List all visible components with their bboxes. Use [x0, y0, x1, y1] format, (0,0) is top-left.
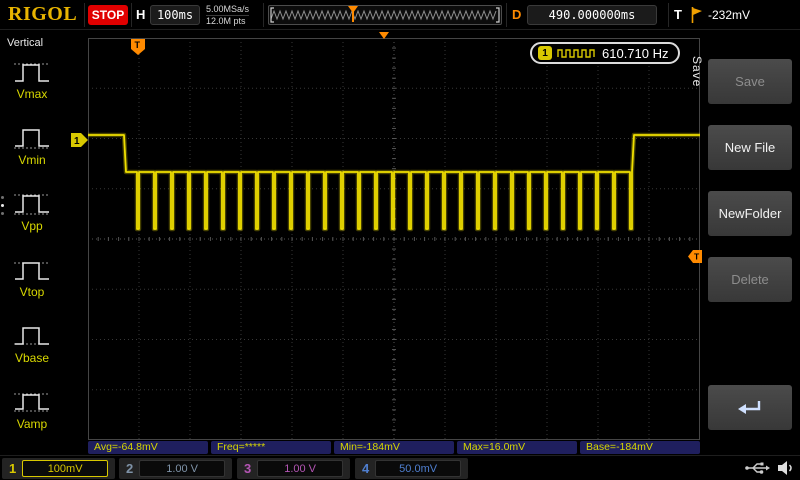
vbase-icon: [12, 322, 52, 350]
measurement-min: Min=-184mV: [334, 441, 454, 454]
delay-position-indicator: [379, 32, 389, 39]
run-state-badge[interactable]: STOP: [88, 5, 128, 25]
horizontal-label: H: [136, 7, 145, 22]
return-arrow-icon: [735, 397, 765, 419]
trigger-level-value: -232mV: [708, 8, 750, 22]
menu-item-vamp[interactable]: Vamp: [3, 388, 61, 431]
oscilloscope-ui: RIGOL STOP H 100ms 5.00MSa/s 12.0M pts D…: [0, 0, 800, 480]
measurement-base: Base=-184mV: [580, 441, 700, 454]
new-file-button[interactable]: New File: [708, 125, 792, 170]
channel3-status[interactable]: 3 1.00 V: [237, 458, 350, 479]
new-folder-button[interactable]: NewFolder: [708, 191, 792, 236]
measurement-freq: Freq=*****: [211, 441, 331, 454]
channel-scale: 50.0mV: [375, 460, 461, 477]
separator: [668, 3, 669, 27]
preview-waveform-icon: [269, 6, 501, 24]
usb-icon: [744, 460, 770, 476]
menu-item-vpp[interactable]: Vpp: [3, 190, 61, 233]
delete-button[interactable]: Delete: [708, 257, 792, 302]
menu-page-indicator: [1, 196, 4, 215]
freq-counter-value: 610.710 Hz: [602, 46, 669, 61]
menu-item-label: Vpp: [21, 219, 42, 233]
menu-item-label: Vamp: [17, 417, 47, 431]
menu-item-label: Vmin: [18, 153, 45, 167]
separator: [263, 3, 264, 27]
vamp-icon: [12, 388, 52, 416]
vmin-icon: [12, 124, 52, 152]
waveform-preview-strip: [268, 5, 502, 25]
menu-item-vtop[interactable]: Vtop: [3, 256, 61, 299]
trigger-label: T: [674, 7, 682, 22]
delay-value: 490.000000ms: [527, 5, 657, 25]
channel-scale: 1.00 V: [257, 460, 343, 477]
freq-counter: 1 610.710 Hz: [530, 42, 680, 64]
speaker-icon: [776, 459, 796, 477]
menu-item-label: Vbase: [15, 351, 49, 365]
graticule-and-waveform: [88, 38, 700, 440]
menu-item-vmin[interactable]: Vmin: [3, 124, 61, 167]
save-button[interactable]: Save: [708, 59, 792, 104]
separator: [506, 3, 507, 27]
left-menu-title: Vertical: [7, 37, 43, 49]
timebase-value: 100ms: [150, 5, 200, 25]
acquisition-info: 5.00MSa/s 12.0M pts: [206, 4, 249, 27]
channel-scale: 100mV: [22, 460, 108, 477]
measurement-avg: Avg=-64.8mV: [88, 441, 208, 454]
trigger-level-marker[interactable]: T: [688, 250, 702, 263]
menu-item-label: Vmax: [17, 87, 48, 101]
vpp-icon: [12, 190, 52, 218]
right-menu-tab: Save: [690, 56, 704, 87]
channel2-status[interactable]: 2 1.00 V: [119, 458, 232, 479]
channel1-ground-marker[interactable]: 1: [71, 133, 88, 147]
channel-number: 4: [362, 461, 369, 476]
channel-number: 1: [9, 461, 16, 476]
menu-item-vbase[interactable]: Vbase: [3, 322, 61, 365]
channel-number: 2: [126, 461, 133, 476]
memory-depth: 12.0M pts: [206, 16, 249, 27]
trigger-position-label: T: [135, 40, 141, 50]
trigger-source-flag-icon: [690, 6, 703, 24]
channel-scale: 1.00 V: [139, 460, 225, 477]
trigger-level-label: T: [694, 252, 700, 262]
bottom-bar: 1 100mV 2 1.00 V 3 1.00 V 4 50.0mV: [0, 455, 800, 480]
top-bar: RIGOL STOP H 100ms 5.00MSa/s 12.0M pts D…: [0, 0, 800, 30]
separator: [84, 3, 85, 27]
sample-rate: 5.00MSa/s: [206, 4, 249, 16]
measurement-max: Max=16.0mV: [457, 441, 577, 454]
channel-number: 3: [244, 461, 251, 476]
back-button[interactable]: [708, 385, 792, 430]
separator: [131, 3, 132, 27]
trigger-position-marker[interactable]: T: [131, 39, 145, 56]
vmax-icon: [12, 58, 52, 86]
channel-marker-label: 1: [74, 136, 80, 147]
freq-counter-channel-badge: 1: [538, 46, 552, 60]
channel1-status[interactable]: 1 100mV: [2, 458, 115, 479]
pulse-train-icon: [557, 47, 597, 59]
brand-logo: RIGOL: [8, 3, 77, 26]
channel4-status[interactable]: 4 50.0mV: [355, 458, 468, 479]
menu-item-label: Vtop: [20, 285, 45, 299]
menu-item-vmax[interactable]: Vmax: [3, 58, 61, 101]
delay-label: D: [512, 7, 521, 22]
vtop-icon: [12, 256, 52, 284]
